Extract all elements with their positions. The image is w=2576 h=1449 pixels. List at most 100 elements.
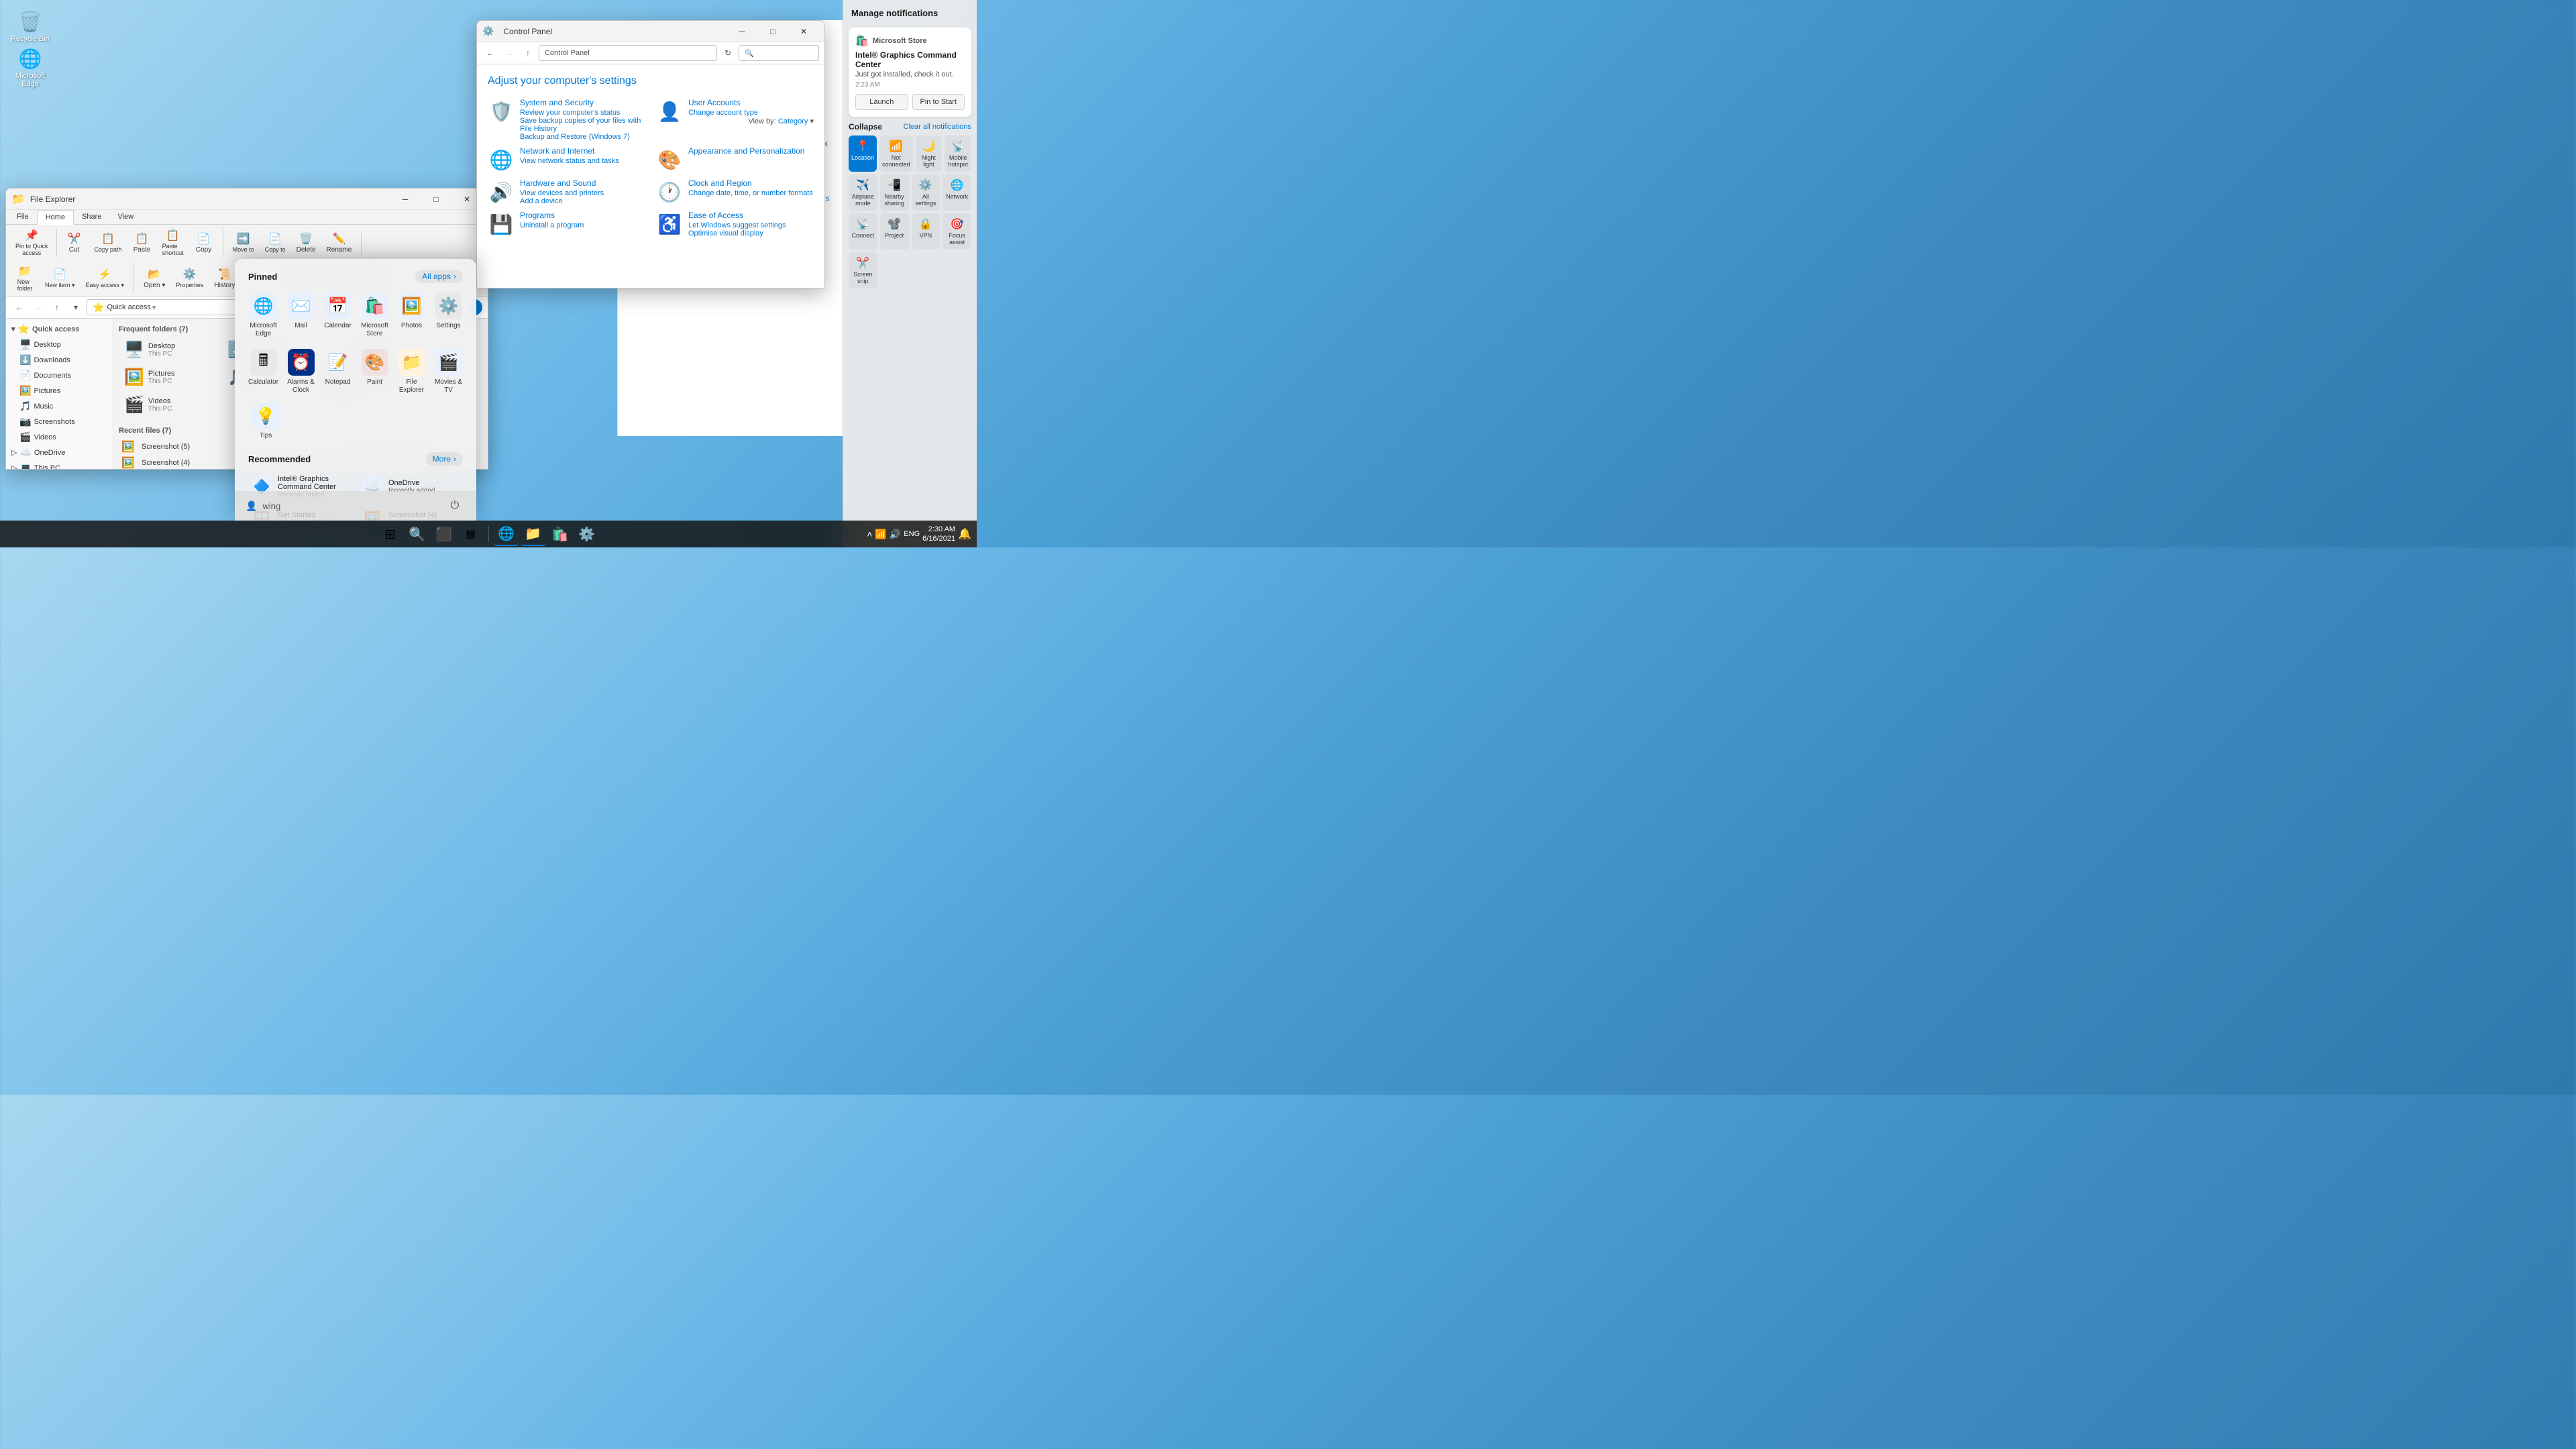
properties-button[interactable]: ⚙️Properties — [172, 266, 207, 290]
qs-all-settings-button[interactable]: ⚙️ All settings — [912, 174, 941, 211]
maximize-button[interactable]: □ — [421, 189, 451, 210]
qs-network-button[interactable]: 🌐 Network — [943, 174, 971, 211]
sm-search-field[interactable]: wing — [262, 501, 439, 511]
copy-to-button[interactable]: 📄Copy to — [261, 231, 290, 254]
app-photos[interactable]: 🖼️ Photos — [394, 288, 429, 342]
qs-airplane-mode-button[interactable]: ✈️ Airplane mode — [849, 174, 877, 211]
fe-tab-view[interactable]: View — [109, 210, 142, 224]
qs-focus-assist-button[interactable]: 🎯 Focus assist — [943, 213, 971, 250]
fe-tab-home[interactable]: Home — [37, 210, 74, 225]
new-item-button[interactable]: 📄New item ▾ — [41, 266, 79, 290]
tray-volume-icon[interactable]: 🔊 — [890, 529, 901, 540]
app-movies-tv[interactable]: 🎬 Movies & TV — [431, 345, 466, 398]
pin-to-start-button[interactable]: Pin to Start — [912, 94, 965, 110]
app-mail[interactable]: ✉️ Mail — [284, 288, 318, 342]
app-calculator[interactable]: 🖩 Calculator — [246, 345, 281, 398]
paste-button[interactable]: 📋Paste — [129, 231, 156, 255]
qs-connect-button[interactable]: 📡 Connect — [849, 213, 877, 250]
qs-screen-snip-button[interactable]: ✂️ Screen snip — [849, 252, 877, 288]
app-file-explorer[interactable]: 📁 File Explorer — [394, 345, 429, 398]
nav-up-button[interactable]: ↑ — [49, 299, 65, 315]
start-button[interactable]: ⊞ — [378, 522, 402, 546]
app-calendar[interactable]: 📅 Calendar — [321, 288, 355, 342]
folder-desktop[interactable]: 🖥️ Desktop This PC — [119, 337, 219, 362]
cp-maximize-button[interactable]: □ — [757, 21, 788, 42]
desktop-icon-edge[interactable]: 🌐 Microsoft Edge — [7, 44, 54, 91]
folder-videos[interactable]: 🎬 Videos This PC — [119, 392, 219, 417]
all-apps-button[interactable]: All apps › — [415, 270, 463, 283]
cp-nav-back[interactable]: ← — [482, 45, 498, 61]
cp-nav-up[interactable]: ↑ — [520, 45, 536, 61]
pin-to-quickaccess-button[interactable]: 📌 Pin to Quickaccess — [11, 227, 52, 258]
sidebar-item-pictures[interactable]: 🖼️Pictures — [6, 383, 113, 398]
easy-access-button[interactable]: ⚡Easy access ▾ — [82, 266, 129, 290]
cp-appearance[interactable]: 🎨 Appearance and Personalization — [656, 146, 814, 173]
cp-ease-of-access[interactable]: ♿ Ease of Access Let Windows suggest set… — [656, 211, 814, 237]
clear-notifications-button[interactable]: Clear all notifications — [904, 123, 972, 131]
qs-mobile-hotspot-button[interactable]: 📡 Mobile hotspot — [945, 136, 971, 172]
app-alarms-clock[interactable]: ⏰ Alarms & Clock — [284, 345, 318, 398]
search-button[interactable]: 🔍 — [405, 522, 429, 546]
new-folder-button[interactable]: 📁Newfolder — [11, 263, 38, 293]
taskbar-edge-button[interactable]: 🌐 — [494, 522, 519, 546]
sidebar-item-this-pc[interactable]: ▷💻This PC — [6, 460, 113, 470]
qs-night-light-button[interactable]: 🌙 Night light — [916, 136, 943, 172]
minimize-button[interactable]: ─ — [390, 189, 421, 210]
sidebar-item-downloads[interactable]: ⬇️Downloads — [6, 352, 113, 368]
taskbar-store-button[interactable]: 🛍️ — [548, 522, 572, 546]
qs-nearby-sharing-button[interactable]: 📲 Nearby sharing — [880, 174, 909, 211]
qs-location-button[interactable]: 📍 Location — [849, 136, 877, 172]
rename-button[interactable]: ✏️Rename — [323, 231, 356, 255]
qs-vpn-button[interactable]: 🔒 VPN — [912, 213, 941, 250]
cut-button[interactable]: ✂️Cut — [61, 231, 88, 255]
tray-up-arrow[interactable]: ˄ — [867, 529, 872, 539]
nav-forward-button[interactable]: → — [30, 299, 46, 315]
viewby-control[interactable]: View by: Category ▾ — [748, 117, 814, 125]
tray-network-icon[interactable]: 📶 — [875, 529, 886, 540]
collapse-label[interactable]: Collapse — [849, 122, 882, 131]
taskbar-clock[interactable]: 2:30 AM 6/16/2021 — [922, 525, 955, 544]
cp-clock-region[interactable]: 🕐 Clock and Region Change date, time, or… — [656, 178, 814, 205]
cp-programs[interactable]: 💾 Programs Uninstall a program — [488, 211, 645, 237]
sidebar-item-music[interactable]: 🎵Music — [6, 398, 113, 414]
taskview-button[interactable]: ⬛ — [432, 522, 456, 546]
app-microsoft-edge[interactable]: 🌐 Microsoft Edge — [246, 288, 281, 342]
more-button[interactable]: More › — [426, 452, 463, 466]
cp-nav-forward[interactable]: → — [501, 45, 517, 61]
open-button[interactable]: 📂Open ▾ — [140, 266, 169, 290]
cp-address-bar[interactable]: Control Panel — [539, 45, 717, 61]
fe-tab-share[interactable]: Share — [74, 210, 109, 224]
copy-path-button[interactable]: 📋Copy path — [91, 231, 126, 254]
copy-button[interactable]: 📄Copy — [191, 231, 217, 255]
app-tips[interactable]: 💡 Tips — [246, 398, 286, 444]
delete-button[interactable]: 🗑️Delete — [292, 231, 320, 255]
cp-refresh[interactable]: ↻ — [720, 45, 736, 61]
sidebar-item-videos[interactable]: 🎬Videos — [6, 429, 113, 445]
sidebar-item-desktop[interactable]: 🖥️Desktop — [6, 337, 113, 352]
cp-close-button[interactable]: ✕ — [788, 21, 819, 42]
taskbar-file-explorer-button[interactable]: 📁 — [521, 522, 545, 546]
cp-network-internet[interactable]: 🌐 Network and Internet View network stat… — [488, 146, 645, 173]
launch-button[interactable]: Launch — [855, 94, 908, 110]
app-settings[interactable]: ⚙️ Settings — [431, 288, 466, 342]
app-notepad[interactable]: 📝 Notepad — [321, 345, 355, 398]
qs-project-button[interactable]: 📽️ Project — [880, 213, 909, 250]
sidebar-item-documents[interactable]: 📄Documents — [6, 368, 113, 383]
move-to-button[interactable]: ➡️Move to — [229, 231, 258, 254]
folder-pictures[interactable]: 🖼️ Pictures This PC — [119, 365, 219, 390]
sidebar-item-screenshots[interactable]: 📷Screenshots — [6, 414, 113, 429]
cp-system-security[interactable]: 🛡️ System and Security Review your compu… — [488, 98, 645, 141]
notif-manage-label[interactable]: Manage notifications — [851, 8, 938, 18]
fe-tab-file[interactable]: File — [9, 210, 37, 224]
nav-back-button[interactable]: ← — [11, 299, 28, 315]
widgets-button[interactable]: ▦ — [459, 522, 483, 546]
cp-hardware-sound[interactable]: 🔊 Hardware and Sound View devices and pr… — [488, 178, 645, 205]
notification-button[interactable]: 🔔 — [958, 527, 971, 541]
cp-search[interactable]: 🔍 — [739, 45, 819, 61]
sm-power-button[interactable]: ⏻ — [444, 495, 466, 517]
qs-not-connected-button[interactable]: 📶 Not connected — [879, 136, 913, 172]
paste-shortcut-button[interactable]: 📋Pasteshortcut — [158, 227, 188, 258]
sidebar-item-quick-access[interactable]: ▾⭐Quick access — [6, 321, 113, 337]
nav-recent-button[interactable]: ▾ — [68, 299, 84, 315]
desktop-icon-recycle-bin[interactable]: 🗑️ Recycle Bin — [7, 7, 54, 46]
